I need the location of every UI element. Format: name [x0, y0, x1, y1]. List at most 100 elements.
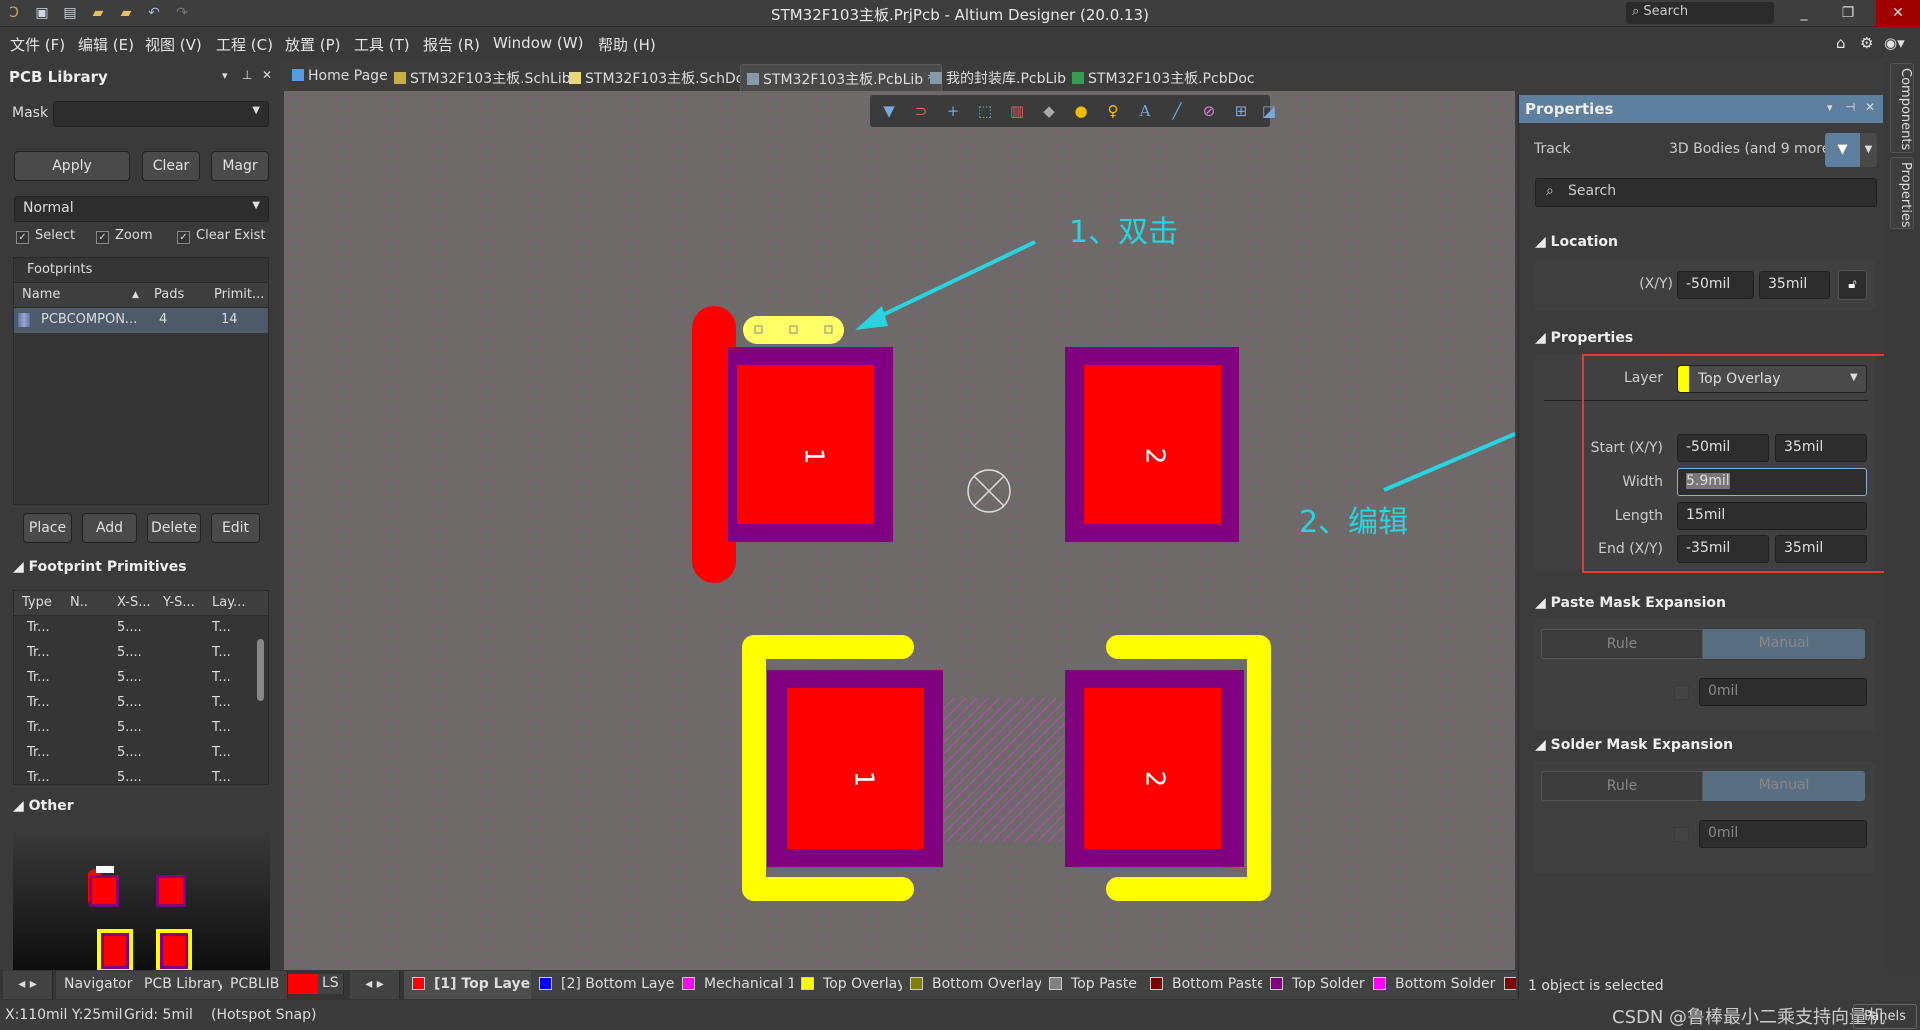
select-checkbox[interactable]: ✓ Select — [16, 228, 75, 244]
user-icon[interactable]: ◉▾ — [1884, 34, 1905, 52]
menu-window[interactable]: Window (W) — [493, 34, 583, 52]
solder-manual-toggle[interactable]: Manual — [1703, 771, 1865, 801]
layer-tab[interactable]: Bottom Overlay — [902, 971, 1052, 999]
column-type[interactable]: Type — [22, 595, 52, 610]
panels-button[interactable]: Panels — [1853, 1004, 1917, 1029]
primitive-row[interactable]: Tr... 5.... T... — [14, 691, 268, 716]
text-icon[interactable]: A — [1134, 101, 1156, 121]
solder-checkbox[interactable] — [1674, 827, 1689, 842]
menu-reports[interactable]: 报告 (R) — [423, 34, 480, 55]
filter-dropdown[interactable]: ▼ — [1860, 133, 1877, 167]
menu-view[interactable]: 视图 (V) — [145, 34, 202, 55]
tab-pcb-library[interactable]: PCB Library — [136, 971, 235, 999]
add-button[interactable]: Add — [82, 513, 137, 543]
mask-input[interactable]: ▼ — [53, 101, 269, 127]
place-button[interactable]: Place — [23, 513, 72, 543]
menu-tools[interactable]: 工具 (T) — [354, 34, 410, 55]
open-project-icon[interactable]: ▰ — [118, 5, 134, 21]
layer-tabs-scroll[interactable]: ◂ ▸ — [350, 971, 400, 999]
properties-side-tab[interactable]: Properties — [1890, 157, 1914, 229]
column-layer[interactable]: Lay... — [212, 595, 245, 610]
panel-tabs-scroll[interactable]: ◂ ▸ — [3, 971, 53, 999]
layer-tab[interactable]: Top Solder — [1262, 971, 1374, 999]
layer-tab[interactable]: Top Overlay — [793, 971, 915, 999]
paste-checkbox[interactable] — [1674, 685, 1689, 700]
column-y-size[interactable]: Y-S... — [163, 595, 195, 610]
undo-icon[interactable]: ↶ — [146, 5, 162, 21]
layer-tab[interactable]: Top Paste — [1041, 971, 1146, 999]
pad-1-top[interactable] — [737, 365, 874, 524]
column-name[interactable]: N.. — [70, 595, 88, 610]
tab-pcblib-active[interactable]: STM32F103主板.PcbLib * — [740, 64, 942, 91]
paste-manual-toggle[interactable]: Manual — [1703, 629, 1865, 659]
layer-tab-more[interactable] — [1496, 971, 1516, 999]
save-icon[interactable]: ▣ — [34, 5, 50, 21]
open-icon[interactable]: ▰ — [90, 5, 106, 21]
properties-search-input[interactable]: ⌕ Search — [1535, 178, 1877, 207]
menu-help[interactable]: 帮助 (H) — [598, 34, 656, 55]
pad-2-top[interactable] — [1084, 365, 1221, 524]
pad-icon[interactable]: ● — [1070, 101, 1092, 121]
edit-button[interactable]: Edit — [211, 513, 260, 543]
line-icon[interactable]: ╱ — [1166, 101, 1188, 121]
via-icon[interactable]: ♀ — [1102, 101, 1124, 121]
scrollbar[interactable] — [254, 617, 268, 784]
primitives-section-title[interactable]: ◢ Footprint Primitives — [13, 559, 187, 575]
primitive-row[interactable]: Tr... 5.... T... — [14, 616, 268, 641]
align-icon[interactable]: ▥ — [1006, 101, 1028, 121]
magnify-button[interactable]: Magr — [211, 151, 269, 181]
components-side-tab[interactable]: Components — [1890, 63, 1914, 153]
save-all-icon[interactable]: ▤ — [62, 5, 78, 21]
pad-2-bottom[interactable] — [1084, 688, 1221, 849]
restore-button[interactable]: ❐ — [1826, 0, 1870, 27]
component-icon[interactable]: ◆ — [1038, 101, 1060, 121]
tab-my-pcblib[interactable]: 我的封装库.PcbLib — [924, 64, 1072, 91]
tab-navigator[interactable]: Navigator — [56, 971, 142, 999]
zoom-checkbox[interactable]: ✓ Zoom — [96, 228, 152, 244]
select-rect-icon[interactable]: ⬚ — [974, 101, 996, 121]
panel-menu-icon[interactable]: ▾ — [1827, 101, 1833, 114]
menu-place[interactable]: 放置 (P) — [285, 34, 341, 55]
menu-file[interactable]: 文件 (F) — [10, 34, 65, 55]
dimension-icon[interactable]: ⊞ — [1230, 101, 1252, 121]
crosshair-icon[interactable]: + — [942, 101, 964, 121]
lock-button[interactable]: 🔓︎ — [1838, 270, 1867, 300]
pad-1-bottom[interactable] — [787, 688, 924, 849]
tab-home-page[interactable]: Home Page — [286, 64, 394, 91]
snap-icon[interactable]: ⊃ — [910, 101, 932, 121]
tab-schlib[interactable]: STM32F103主板.SchLib — [388, 64, 577, 91]
menu-project[interactable]: 工程 (C) — [216, 34, 273, 55]
paste-rule-toggle[interactable]: Rule — [1541, 629, 1703, 659]
menu-edit[interactable]: 编辑 (E) — [78, 34, 134, 55]
minimize-button[interactable]: _ — [1782, 0, 1826, 27]
tab-pcbdoc[interactable]: STM32F103主板.PcbDoc — [1066, 64, 1261, 91]
pin-icon[interactable]: ⊣ — [1845, 100, 1855, 114]
clear-exist-checkbox[interactable]: ✓ Clear Exist — [177, 228, 266, 244]
layer-tab[interactable]: Mechanical 1 — [674, 971, 806, 999]
column-pads[interactable]: Pads — [154, 287, 184, 302]
location-x-input[interactable]: -50mil — [1677, 271, 1754, 299]
location-y-input[interactable]: 35mil — [1759, 271, 1830, 299]
column-primitives[interactable]: Primit... — [214, 287, 264, 302]
gear-icon[interactable]: ⚙ — [1860, 34, 1873, 52]
mode-select[interactable]: Normal ▼ — [14, 196, 269, 222]
paste-value-input[interactable]: 0mil — [1699, 678, 1867, 706]
close-button[interactable]: ✕ — [1876, 0, 1920, 27]
layer-tab[interactable]: Bottom Solder — [1365, 971, 1505, 999]
location-section-title[interactable]: ◢ Location — [1535, 234, 1618, 250]
properties-section-title[interactable]: ◢ Properties — [1535, 330, 1633, 346]
layer-tab[interactable]: Bottom Paste — [1142, 971, 1275, 999]
pcb-canvas[interactable]: 1 2 1 2 1、双击 2、编辑 — [284, 91, 1515, 970]
pin-icon[interactable]: ⊥ — [242, 68, 252, 82]
layer-set-button[interactable]: LS — [318, 974, 344, 994]
panel-menu-icon[interactable]: ▾ — [222, 69, 228, 82]
route-icon[interactable]: ⊘ — [1198, 101, 1220, 121]
filter-icon[interactable]: ▼ — [878, 101, 900, 121]
tab-schdoc[interactable]: STM32F103主板.SchDoc — [563, 64, 758, 91]
layer-tab[interactable]: [1] Top Layer — [404, 971, 547, 999]
delete-button[interactable]: Delete — [147, 513, 201, 543]
primitive-row[interactable]: Tr... 5.... T... — [14, 741, 268, 766]
paste-mask-section-title[interactable]: ◢ Paste Mask Expansion — [1535, 595, 1726, 611]
clear-button[interactable]: Clear — [142, 151, 200, 181]
column-x-size[interactable]: X-S... — [117, 595, 151, 610]
